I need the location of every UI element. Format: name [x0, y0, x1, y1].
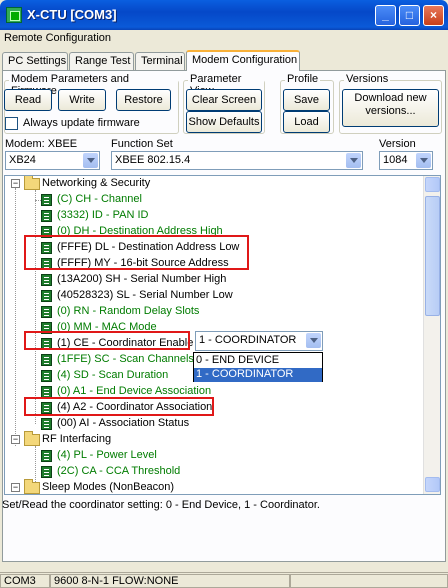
collapse-icon[interactable]: −	[11, 435, 20, 444]
tab-modem-configuration[interactable]: Modem Configuration	[186, 50, 300, 71]
param-sh: (13A200) SH - Serial Number High	[57, 273, 227, 285]
tab-pc-settings[interactable]: PC Settings	[2, 52, 68, 70]
status-bar: COM3 9600 8-N-1 FLOW:NONE	[0, 572, 448, 588]
chevron-down-icon[interactable]	[346, 153, 361, 168]
status-empty	[290, 574, 448, 588]
coordinator-enable-options[interactable]: 0 - END DEVICE 1 - COORDINATOR	[193, 352, 323, 382]
option-end-device[interactable]: 0 - END DEVICE	[194, 354, 322, 368]
parameter-icon	[41, 450, 52, 462]
rf-interfacing-label: RF Interfacing	[42, 433, 112, 445]
option-coordinator[interactable]: 1 - COORDINATOR	[194, 368, 322, 382]
profile-label: Profile	[285, 73, 321, 85]
show-defaults-button[interactable]: Show Defaults	[186, 111, 262, 133]
close-button[interactable]: ×	[423, 5, 444, 26]
version-label: Version	[379, 138, 416, 150]
parameter-icon	[41, 194, 52, 206]
parameter-icon	[41, 290, 52, 302]
profile-save-button[interactable]: Save	[283, 89, 330, 111]
param-pl: (4) PL - Power Level	[57, 449, 157, 461]
write-button[interactable]: Write	[58, 89, 106, 111]
parameter-icon	[41, 466, 52, 478]
xctu-app-icon	[6, 7, 22, 23]
scroll-down-icon[interactable]	[425, 477, 440, 492]
tab-terminal[interactable]: Terminal	[135, 52, 185, 70]
param-rn: (0) RN - Random Delay Slots	[57, 305, 200, 317]
window-title: X-CTU [COM3]	[27, 7, 117, 22]
chevron-down-icon[interactable]	[83, 153, 98, 168]
tree-line	[35, 446, 36, 482]
remote-configuration-label[interactable]: Remote Configuration	[4, 32, 111, 44]
function-set-value: XBEE 802.15.4	[115, 154, 191, 166]
maximize-button[interactable]: □	[399, 5, 420, 26]
parameter-icon	[41, 210, 52, 222]
folder-icon	[24, 431, 40, 446]
tab-range-test[interactable]: Range Test	[69, 52, 134, 70]
version-value: 1084	[383, 154, 408, 166]
title-bar[interactable]: X-CTU [COM3] _ □ ×	[0, 0, 448, 30]
param-sl: (40528323) SL - Serial Number Low	[57, 289, 233, 301]
highlight-box-a2	[24, 397, 214, 416]
always-update-label[interactable]: Always update firmware	[23, 117, 140, 129]
status-settings: 9600 8-N-1 FLOW:NONE	[50, 574, 290, 588]
modem-label: Modem: XBEE	[5, 138, 78, 150]
download-line-1: Download new	[354, 92, 427, 104]
param-ai: (00) AI - Association Status	[57, 417, 190, 429]
param-sc: (1FFE) SC - Scan Channels	[57, 353, 194, 365]
sleep-modes-label: Sleep Modes (NonBeacon)	[42, 481, 175, 493]
parameter-icon	[41, 418, 52, 430]
tree-line	[15, 188, 16, 446]
highlight-box-dl-my	[24, 235, 249, 270]
versions-label: Versions	[344, 73, 391, 85]
clear-screen-button[interactable]: Clear Screen	[186, 89, 262, 111]
scroll-thumb[interactable]	[425, 196, 440, 316]
read-button[interactable]: Read	[4, 89, 52, 111]
minimize-button[interactable]: _	[375, 5, 396, 26]
version-select[interactable]: 1084	[379, 151, 433, 170]
function-set-label: Function Set	[111, 138, 173, 150]
modem-select[interactable]: XB24	[5, 151, 100, 170]
param-id: (3332) ID - PAN ID	[57, 209, 149, 221]
tree-scrollbar[interactable]	[423, 176, 440, 494]
parameter-description: Set/Read the coordinator setting: 0 - En…	[2, 499, 320, 511]
coordinator-enable-select[interactable]: 1 - COORDINATOR	[195, 331, 323, 351]
parameter-icon	[41, 354, 52, 366]
folder-icon	[24, 479, 40, 494]
param-ch: (C) CH - Channel	[57, 193, 142, 205]
always-update-checkbox[interactable]	[5, 117, 18, 130]
restore-button[interactable]: Restore	[116, 89, 171, 111]
scroll-up-icon[interactable]	[425, 177, 440, 192]
profile-load-button[interactable]: Load	[283, 111, 330, 133]
download-line-2: versions...	[365, 105, 416, 117]
collapse-icon[interactable]: −	[11, 179, 20, 188]
function-set-select[interactable]: XBEE 802.15.4	[111, 151, 363, 170]
highlight-box-ce	[24, 331, 190, 350]
param-ca: (2C) CA - CCA Threshold	[57, 465, 181, 477]
parameter-icon	[41, 370, 52, 382]
coordinator-enable-value: 1 - COORDINATOR	[199, 334, 297, 346]
modem-select-value: XB24	[9, 154, 36, 166]
parameter-icon	[41, 274, 52, 286]
status-port: COM3	[0, 574, 50, 588]
folder-icon	[24, 176, 40, 190]
param-a1: (0) A1 - End Device Association	[57, 385, 212, 397]
param-sd: (4) SD - Scan Duration	[57, 369, 169, 381]
chevron-down-icon[interactable]	[416, 153, 431, 168]
parameter-icon	[41, 306, 52, 318]
tree-line	[35, 190, 36, 424]
collapse-icon[interactable]: −	[11, 483, 20, 492]
download-new-versions-button[interactable]: Download new versions...	[342, 89, 439, 127]
networking-security-label: Networking & Security	[42, 177, 151, 189]
chevron-down-icon[interactable]	[306, 333, 321, 348]
